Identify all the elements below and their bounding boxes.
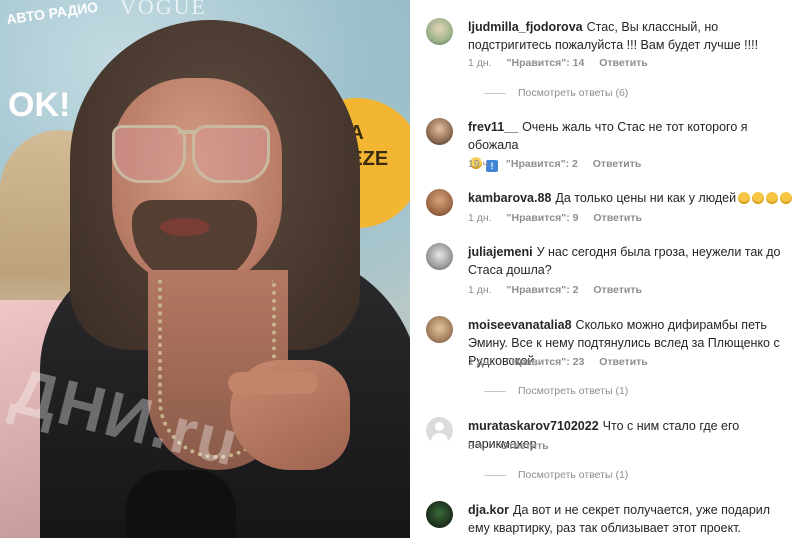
view-replies-button[interactable]: Посмотреть ответы (6) bbox=[484, 87, 628, 99]
comment-meta: 1 дн. "Нравится": 23 Ответить bbox=[468, 356, 660, 368]
default-avatar-head bbox=[435, 422, 444, 431]
sunglasses-left-lens bbox=[112, 125, 186, 183]
view-replies-label: Посмотреть ответы (6) bbox=[518, 87, 629, 99]
reply-button[interactable]: Ответить bbox=[599, 356, 648, 368]
avatar[interactable] bbox=[426, 501, 453, 528]
comment-username[interactable]: moiseevanatalia8 bbox=[468, 318, 572, 332]
video-frame[interactable]: АВТО РАДИО VOGUE OK! C EA EEZE ДНИ.ru bbox=[0, 0, 410, 538]
comment-body: kambarova.88 Да только цены ни как у люде… bbox=[468, 189, 794, 207]
comment-time[interactable]: 1 дн. bbox=[468, 57, 492, 69]
reply-button[interactable]: Ответить bbox=[593, 212, 642, 224]
comment-text: Да только цены ни как у людей bbox=[555, 191, 737, 205]
avatar[interactable] bbox=[426, 18, 453, 45]
thread-line bbox=[484, 474, 506, 476]
reply-button[interactable]: Ответить bbox=[593, 158, 642, 170]
avatar[interactable] bbox=[426, 189, 453, 216]
comments-panel[interactable]: ljudmilla_fjodorova Стас, Вы классный, но… bbox=[410, 0, 800, 538]
laughing-face-icon bbox=[738, 192, 751, 204]
view-replies-label: Посмотреть ответы (1) bbox=[518, 469, 629, 481]
comment-body: juliajemeni У нас сегодня была гроза, неу… bbox=[468, 243, 794, 279]
comment-username[interactable]: juliajemeni bbox=[468, 245, 533, 259]
mouth bbox=[160, 218, 210, 236]
ok-magazine-logo: OK! bbox=[8, 86, 71, 124]
comment-time[interactable]: 1 дн. bbox=[468, 284, 492, 296]
comment-likes[interactable]: "Нравится": 2 bbox=[506, 158, 578, 170]
comment-username[interactable]: murataskarov7102022 bbox=[468, 419, 599, 433]
comment-username[interactable]: dja.kor bbox=[468, 503, 509, 517]
avatar[interactable] bbox=[426, 417, 453, 444]
comment-time[interactable]: 1 дн. bbox=[468, 356, 492, 368]
comment-likes[interactable]: "Нравится": 23 bbox=[507, 356, 585, 368]
comment-meta: 19 ч. "Нравится": 2 Ответить bbox=[468, 158, 653, 170]
microphone bbox=[126, 470, 236, 538]
laughing-face-icon bbox=[780, 192, 793, 204]
reply-button[interactable]: Ответить bbox=[593, 284, 642, 296]
reply-button[interactable]: Ответить bbox=[500, 440, 549, 452]
view-replies-button[interactable]: Посмотреть ответы (1) bbox=[484, 469, 628, 481]
comment-body: ljudmilla_fjodorova Стас, Вы классный, но… bbox=[468, 18, 794, 54]
view-replies-button[interactable]: Посмотреть ответы (1) bbox=[484, 385, 628, 397]
comment-time[interactable]: 19 ч. bbox=[468, 158, 491, 170]
view-replies-label: Посмотреть ответы (1) bbox=[518, 385, 629, 397]
laughing-face-icon bbox=[752, 192, 765, 204]
comment-time[interactable]: 1 дн. bbox=[468, 212, 492, 224]
vogue-logo: VOGUE bbox=[120, 0, 207, 19]
thread-line bbox=[484, 92, 506, 94]
comment-likes[interactable]: "Нравится": 9 bbox=[507, 212, 579, 224]
laughing-face-icon bbox=[766, 192, 779, 204]
comment-username[interactable]: frev11__ bbox=[468, 120, 518, 134]
comment-body: dja.kor Да вот и не секрет получается, уж… bbox=[468, 501, 794, 537]
comment-meta: 1 дн. "Нравится": 14 Ответить bbox=[468, 57, 660, 69]
screenshot-root: АВТО РАДИО VOGUE OK! C EA EEZE ДНИ.ru lj… bbox=[0, 0, 800, 538]
sunglasses-bridge bbox=[178, 130, 196, 134]
reply-button[interactable]: Ответить bbox=[599, 57, 648, 69]
comment-likes[interactable]: "Нравится": 14 bbox=[507, 57, 585, 69]
avatar[interactable] bbox=[426, 118, 453, 145]
comment-meta: 8 ч. Ответить bbox=[468, 440, 561, 452]
default-avatar-body bbox=[431, 433, 448, 444]
comment-likes[interactable]: "Нравится": 2 bbox=[507, 284, 579, 296]
comment-meta: 1 дн. "Нравится": 9 Ответить bbox=[468, 212, 654, 224]
comment-username[interactable]: ljudmilla_fjodorova bbox=[468, 20, 583, 34]
comment-username[interactable]: kambarova.88 bbox=[468, 191, 551, 205]
avatar[interactable] bbox=[426, 243, 453, 270]
avatar[interactable] bbox=[426, 316, 453, 343]
comment-meta: 1 дн. "Нравится": 2 Ответить bbox=[468, 284, 654, 296]
comment-text: Да вот и не секрет получается, уже подар… bbox=[468, 503, 771, 535]
thread-line bbox=[484, 390, 506, 392]
comment-time[interactable]: 8 ч. bbox=[468, 440, 485, 452]
pointing-finger bbox=[228, 372, 318, 394]
sunglasses-right-lens bbox=[192, 125, 270, 183]
